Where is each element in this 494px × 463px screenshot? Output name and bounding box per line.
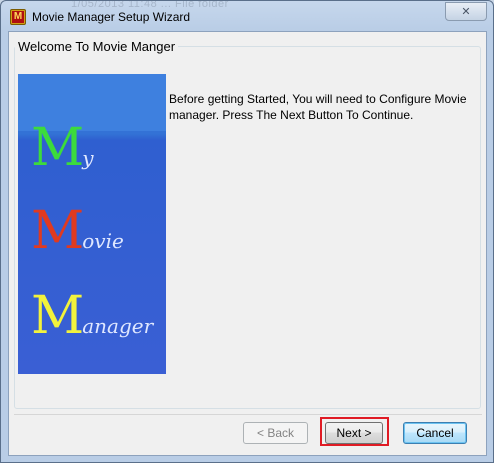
close-button[interactable]: ✕ xyxy=(445,2,487,21)
movie-manager-app-icon[interactable]: M xyxy=(10,9,26,25)
welcome-description: Before getting Started, You will need to… xyxy=(169,92,467,122)
banner-letter-m-red: M xyxy=(31,201,85,261)
title-bar[interactable]: M Movie Manager Setup Wizard ✕ xyxy=(1,1,493,31)
cancel-button[interactable]: Cancel xyxy=(403,422,467,444)
my-movie-manager-banner: My Movie Manager xyxy=(18,74,166,374)
banner-row-manager: Manager xyxy=(31,290,153,342)
group-title: Welcome To Movie Manger xyxy=(15,39,179,54)
window-title: Movie Manager Setup Wizard xyxy=(32,10,191,24)
setup-wizard-window: 1/05/2013 11:48 ... File folder M Movie … xyxy=(0,0,494,463)
close-icon: ✕ xyxy=(461,5,471,18)
app-icon-letter: M xyxy=(12,11,24,23)
button-separator xyxy=(14,414,482,415)
back-button[interactable]: < Back xyxy=(243,422,308,444)
banner-word-y: y xyxy=(82,146,94,170)
banner-row-movie: Movie xyxy=(31,205,124,257)
banner-row-my: My xyxy=(31,122,94,174)
banner-letter-m-green: M xyxy=(31,118,85,178)
banner-word-ovie: ovie xyxy=(82,229,124,253)
next-button[interactable]: Next > xyxy=(325,422,383,444)
banner-word-anager: anager xyxy=(82,314,154,338)
banner-letter-m-yellow: M xyxy=(31,286,85,346)
wizard-client-area: Welcome To Movie Manger My Movie Manager… xyxy=(8,31,487,456)
